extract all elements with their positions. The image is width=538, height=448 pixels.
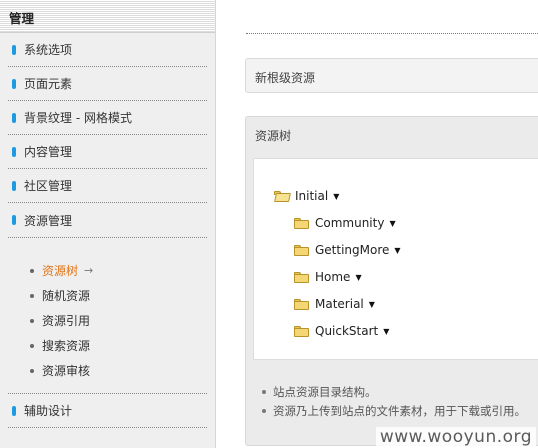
bullet-dot-icon xyxy=(30,343,34,348)
nav-item-background-texture[interactable]: 背景纹理 - 网格模式 xyxy=(8,101,207,135)
main-content: 新根级资源 资源树 Initial ▼ Community ▼ GettingM… xyxy=(217,0,538,448)
caret-down-icon[interactable]: ▼ xyxy=(389,219,395,228)
bullet-bar-icon xyxy=(12,44,16,55)
tree-node-label: Home xyxy=(315,270,351,284)
folder-icon xyxy=(294,298,309,310)
bullet-dot-icon xyxy=(30,318,34,323)
tree-node-label: GettingMore xyxy=(315,243,390,257)
nav-item-label: 内容管理 xyxy=(24,145,73,159)
panel-title: 资源树 xyxy=(255,129,292,143)
folder-icon xyxy=(294,244,309,256)
bullet-bar-icon xyxy=(12,112,16,123)
caret-down-icon[interactable]: ▼ xyxy=(383,327,389,336)
tree-node-label: Initial xyxy=(295,189,329,203)
tree-node-home[interactable]: Home ▼ xyxy=(294,269,362,285)
new-root-resource-button[interactable]: 新根级资源 xyxy=(245,58,538,93)
bullet-dot-icon xyxy=(262,389,266,394)
bullet-bar-icon xyxy=(12,180,16,191)
bullet-dot-icon xyxy=(30,268,34,273)
submenu-item-label: 搜索资源 xyxy=(42,339,91,353)
tree-node-quickstart[interactable]: QuickStart ▼ xyxy=(294,323,389,339)
nav-item-label: 系统选项 xyxy=(24,43,73,57)
nav-item-page-elements[interactable]: 页面元素 xyxy=(8,67,207,101)
bullet-dot-icon xyxy=(30,293,34,298)
tree-node-label: Community xyxy=(315,216,385,230)
divider xyxy=(246,33,538,34)
help-note: 站点资源目录结构。 xyxy=(262,382,526,401)
nav-item-label: 页面元素 xyxy=(24,77,73,91)
tree-node-gettingmore[interactable]: GettingMore ▼ xyxy=(294,242,401,258)
submenu-item-random-resources[interactable]: 随机资源 xyxy=(8,283,207,308)
submenu-item-label: 资源审核 xyxy=(42,364,91,378)
folder-open-icon xyxy=(274,190,291,202)
submenu-item-label: 资源引用 xyxy=(42,314,91,328)
nav-item-label: 社区管理 xyxy=(24,179,73,193)
tree-node-label: Material xyxy=(315,297,364,311)
tree-container: Initial ▼ Community ▼ GettingMore ▼ Home… xyxy=(253,158,538,360)
submenu-item-resource-tree[interactable]: 资源树 → xyxy=(8,258,207,283)
nav-item-resource-management[interactable]: 资源管理 xyxy=(8,203,207,237)
submenu-item-search-resources[interactable]: 搜索资源 xyxy=(8,333,207,358)
submenu-item-label: 资源树 xyxy=(42,264,79,278)
submenu-item-label: 随机资源 xyxy=(42,289,91,303)
caret-down-icon[interactable]: ▼ xyxy=(394,246,400,255)
arrow-right-icon: → xyxy=(84,264,94,277)
submenu-item-resource-review[interactable]: 资源审核 xyxy=(8,358,207,383)
watermark: www.wooyun.org xyxy=(375,427,536,447)
sidebar-title: 管理 xyxy=(0,0,215,33)
caret-down-icon[interactable]: ▼ xyxy=(333,192,339,201)
folder-icon xyxy=(294,271,309,283)
bullet-bar-icon xyxy=(12,405,16,416)
folder-icon xyxy=(294,325,309,337)
bullet-bar-icon xyxy=(12,78,16,89)
new-root-resource-label: 新根级资源 xyxy=(255,71,316,85)
bullet-dot-icon xyxy=(30,368,34,373)
nav-item-auxiliary-design[interactable]: 辅助设计 xyxy=(8,394,207,428)
help-note-text: 站点资源目录结构。 xyxy=(273,384,377,399)
tree-node-community[interactable]: Community ▼ xyxy=(294,215,396,231)
nav-item-system-options[interactable]: 系统选项 xyxy=(8,33,207,67)
nav-item-community-management[interactable]: 社区管理 xyxy=(8,169,207,203)
nav-item-content-management[interactable]: 内容管理 xyxy=(8,135,207,169)
tree-node-material[interactable]: Material ▼ xyxy=(294,296,375,312)
bullet-bar-icon xyxy=(12,146,16,157)
caret-down-icon[interactable]: ▼ xyxy=(369,300,375,309)
folder-icon xyxy=(294,217,309,229)
resource-tree-panel: 资源树 Initial ▼ Community ▼ GettingMore ▼ … xyxy=(245,116,538,446)
submenu-item-resource-references[interactable]: 资源引用 xyxy=(8,308,207,333)
sidebar: 管理 系统选项 页面元素 背景纹理 - 网格模式 内容管理 社区管理 资源管理 … xyxy=(0,0,216,448)
nav-item-label: 辅助设计 xyxy=(24,404,73,418)
help-note-text: 资源乃上传到站点的文件素材，用于下载或引用。 xyxy=(273,403,526,418)
nav-item-label: 资源管理 xyxy=(24,213,73,228)
nav-item-label: 背景纹理 - 网格模式 xyxy=(24,111,132,125)
caret-down-icon[interactable]: ▼ xyxy=(355,273,361,282)
bullet-dot-icon xyxy=(262,408,266,413)
help-notes: 站点资源目录结构。 资源乃上传到站点的文件素材，用于下载或引用。 xyxy=(262,382,526,420)
tree-node-label: QuickStart xyxy=(315,324,379,338)
bullet-bar-icon xyxy=(12,215,16,225)
tree-node-initial[interactable]: Initial ▼ xyxy=(274,188,339,204)
resource-submenu: 资源树 → 随机资源 资源引用 搜索资源 资源审核 xyxy=(8,237,207,394)
help-note: 资源乃上传到站点的文件素材，用于下载或引用。 xyxy=(262,401,526,420)
